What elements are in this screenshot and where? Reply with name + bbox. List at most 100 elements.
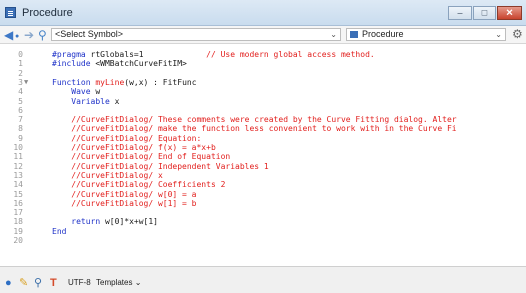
- line-number: 8: [18, 124, 23, 134]
- code-text: //CurveFitDialog/ f(x) = a*x+b: [52, 143, 216, 152]
- line-number: 1: [18, 59, 23, 69]
- code-line[interactable]: 13 //CurveFitDialog/ x: [0, 171, 526, 180]
- gear-icon[interactable]: ⚙: [512, 27, 523, 41]
- dot-icon[interactable]: ●: [15, 30, 19, 44]
- code-line[interactable]: 17: [0, 208, 526, 217]
- code-keyword: Function: [52, 77, 91, 87]
- symbol-select-value: <Select Symbol>: [55, 29, 124, 39]
- code-line[interactable]: 14 //CurveFitDialog/ Coefficients 2: [0, 180, 526, 189]
- code-line[interactable]: 16 //CurveFitDialog/ w[1] = b: [0, 199, 526, 208]
- code-text: //CurveFitDialog/ Independent Variables …: [52, 162, 268, 171]
- forward-arrow-icon[interactable]: ➔: [24, 28, 34, 42]
- back-arrow-icon[interactable]: ◀: [4, 28, 13, 42]
- code-line[interactable]: 3 ▼ Function myLine(w,x) : FitFunc: [0, 78, 526, 87]
- line-number: 19: [13, 226, 23, 236]
- templates-menu[interactable]: Templates ⌄: [96, 278, 141, 287]
- line-number: 2: [18, 68, 23, 78]
- code-text: Function myLine(w,x) : FitFunc: [52, 78, 197, 87]
- code-line[interactable]: 10 //CurveFitDialog/ f(x) = a*x+b: [0, 143, 526, 152]
- code-line[interactable]: 20: [0, 236, 526, 245]
- code-comment: //CurveFitDialog/ End of Equation: [71, 152, 231, 162]
- code-comment: myLine: [95, 77, 125, 87]
- fold-toggle-icon[interactable]: ▼: [24, 78, 28, 87]
- editor-toolbar: ◀ ● ➔ ⚲ <Select Symbol> ⌄ Procedure ⌄ ⚙: [0, 26, 526, 44]
- line-number: 17: [13, 208, 23, 218]
- line-number: 14: [13, 180, 23, 190]
- code-line[interactable]: 9 //CurveFitDialog/ Equation:: [0, 134, 526, 143]
- code-comment: //CurveFitDialog/ make the function less…: [71, 124, 457, 134]
- chevron-down-icon: ⌄: [134, 278, 142, 287]
- line-number: 4: [18, 87, 23, 97]
- procedure-select-value: Procedure: [362, 29, 404, 39]
- line-number: 3: [18, 77, 23, 87]
- code-line[interactable]: 0 #pragma rtGlobals=1 // Use modern globa…: [0, 50, 526, 59]
- code-text: #pragma rtGlobals=1 // Use modern global…: [52, 50, 375, 59]
- code-token: rtGlobals=1: [85, 50, 144, 59]
- code-keyword: #pragma: [52, 50, 86, 59]
- title-bar: Procedure – □ ✕: [0, 0, 526, 26]
- code-line[interactable]: 18 return w[0]*x+w[1]: [0, 217, 526, 226]
- code-line[interactable]: 11 //CurveFitDialog/ End of Equation: [0, 152, 526, 161]
- line-number: 5: [18, 96, 23, 106]
- code-editor[interactable]: 0 #pragma rtGlobals=1 // Use modern globa…: [0, 44, 526, 266]
- code-token: w: [90, 87, 101, 97]
- minimize-icon: –: [457, 7, 463, 18]
- code-text: //CurveFitDialog/ w[1] = b: [52, 199, 196, 208]
- code-line[interactable]: 4 Wave w: [0, 87, 526, 96]
- minimize-button[interactable]: –: [448, 6, 472, 20]
- code-text: //CurveFitDialog/ w[0] = a: [52, 189, 197, 199]
- close-icon: ✕: [505, 7, 514, 18]
- line-number: 12: [13, 161, 23, 171]
- code-line[interactable]: 6: [0, 106, 526, 115]
- code-line[interactable]: 2: [0, 69, 526, 78]
- encoding-indicator[interactable]: UTF-8: [68, 278, 91, 287]
- line-number: 9: [18, 133, 23, 143]
- code-comment: // Use modern global access method.: [143, 50, 375, 59]
- code-line[interactable]: 7 //CurveFitDialog/ These comments were …: [0, 115, 526, 124]
- line-number: 13: [13, 170, 23, 180]
- code-keyword: return: [71, 217, 101, 227]
- line-number: 6: [18, 105, 23, 115]
- templates-label: Templates: [96, 278, 133, 287]
- symbol-select[interactable]: <Select Symbol> ⌄: [51, 28, 341, 41]
- code-line[interactable]: 19 End: [0, 227, 526, 236]
- close-button[interactable]: ✕: [497, 6, 522, 20]
- code-text: Variable x: [52, 97, 119, 106]
- line-number: 7: [18, 115, 23, 125]
- line-number: 18: [13, 217, 23, 227]
- location-pin-icon[interactable]: ⚲: [38, 28, 47, 42]
- line-number: 0: [18, 50, 23, 59]
- code-comment: //CurveFitDialog/ f(x) = a*x+b: [71, 143, 216, 152]
- procedure-icon: [350, 31, 358, 38]
- code-line[interactable]: 1 #include <WMBatchCurveFitIM>: [0, 59, 526, 68]
- code-comment: //CurveFitDialog/ x: [71, 170, 163, 180]
- search-icon[interactable]: ⚲: [34, 277, 42, 289]
- code-line[interactable]: 15 //CurveFitDialog/ w[0] = a: [0, 190, 526, 199]
- line-number: 15: [13, 189, 23, 199]
- code-token: <WMBatchCurveFitIM>: [90, 59, 187, 69]
- code-comment: //CurveFitDialog/ Equation:: [71, 133, 202, 143]
- procedure-select[interactable]: Procedure ⌄: [346, 28, 506, 41]
- code-line[interactable]: 5 Variable x: [0, 97, 526, 106]
- code-text: //CurveFitDialog/ End of Equation: [52, 152, 230, 161]
- pencil-icon[interactable]: ✎: [19, 277, 28, 289]
- code-line[interactable]: 8 //CurveFitDialog/ make the function le…: [0, 124, 526, 133]
- code-text: //CurveFitDialog/ These comments were cr…: [52, 115, 456, 124]
- code-comment: //CurveFitDialog/ w[0] = a: [71, 189, 197, 199]
- code-token: (w,x) : FitFunc: [124, 77, 197, 87]
- code-text: //CurveFitDialog/ make the function less…: [52, 124, 457, 134]
- tools-icon[interactable]: T: [50, 277, 57, 289]
- maximize-button[interactable]: □: [473, 6, 496, 20]
- code-keyword: #include: [52, 59, 91, 69]
- status-bar: ● ✎ ⚲ T UTF-8 Templates ⌄: [0, 266, 526, 293]
- code-token: x: [109, 96, 120, 106]
- maximize-icon: □: [481, 7, 488, 18]
- code-text: End: [52, 227, 66, 236]
- code-line[interactable]: 12 //CurveFitDialog/ Independent Variabl…: [0, 162, 526, 171]
- info-icon[interactable]: ●: [5, 277, 12, 289]
